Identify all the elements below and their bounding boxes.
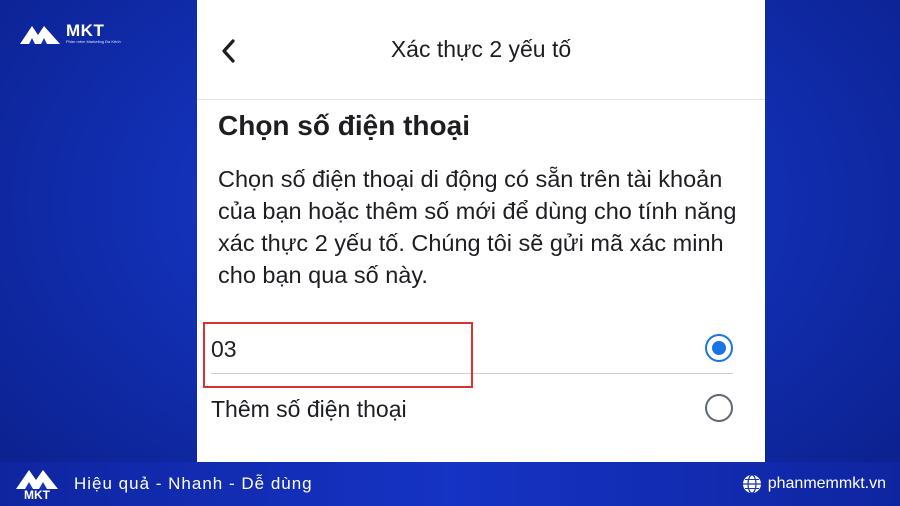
footer-banner: MKT Hiệu quả - Nhanh - Dễ dùng phanmemmk… bbox=[0, 462, 900, 506]
brand-name: MKT bbox=[66, 20, 105, 40]
radio-selected-icon[interactable] bbox=[705, 334, 733, 362]
brand-text: MKT Phần mềm Marketing Đa Kênh bbox=[66, 20, 121, 44]
brand-tagline: Phần mềm Marketing Đa Kênh bbox=[66, 38, 121, 44]
section-description: Chọn số điện thoại di động có sẵn trên t… bbox=[218, 166, 737, 288]
footer-brand-name: MKT bbox=[24, 488, 50, 502]
website-link[interactable]: phanmemmkt.vn bbox=[742, 474, 886, 494]
mountain-logo-icon bbox=[20, 26, 60, 44]
add-phone-label: Thêm số điện thoại bbox=[211, 396, 407, 422]
globe-icon bbox=[742, 474, 761, 494]
highlight-annotation bbox=[203, 322, 473, 388]
brand-logo: MKT Phần mềm Marketing Đa Kênh bbox=[20, 18, 140, 48]
phone-screen: Xác thực 2 yếu tố Chọn số điện thoại Chọ… bbox=[197, 0, 765, 462]
mountain-logo-icon bbox=[16, 470, 58, 489]
section-heading: Chọn số điện thoại bbox=[218, 110, 470, 141]
radio-unselected-icon[interactable] bbox=[705, 394, 733, 422]
phone-option-add[interactable]: Thêm số điện thoại bbox=[211, 382, 733, 434]
page-title: Xác thực 2 yếu tố bbox=[390, 36, 572, 62]
footer-logo: MKT bbox=[14, 465, 60, 503]
website-text: phanmemmkt.vn bbox=[767, 475, 886, 492]
nav-bar: Xác thực 2 yếu tố bbox=[197, 0, 765, 100]
slogan: Hiệu quả - Nhanh - Dễ dùng bbox=[74, 474, 313, 493]
